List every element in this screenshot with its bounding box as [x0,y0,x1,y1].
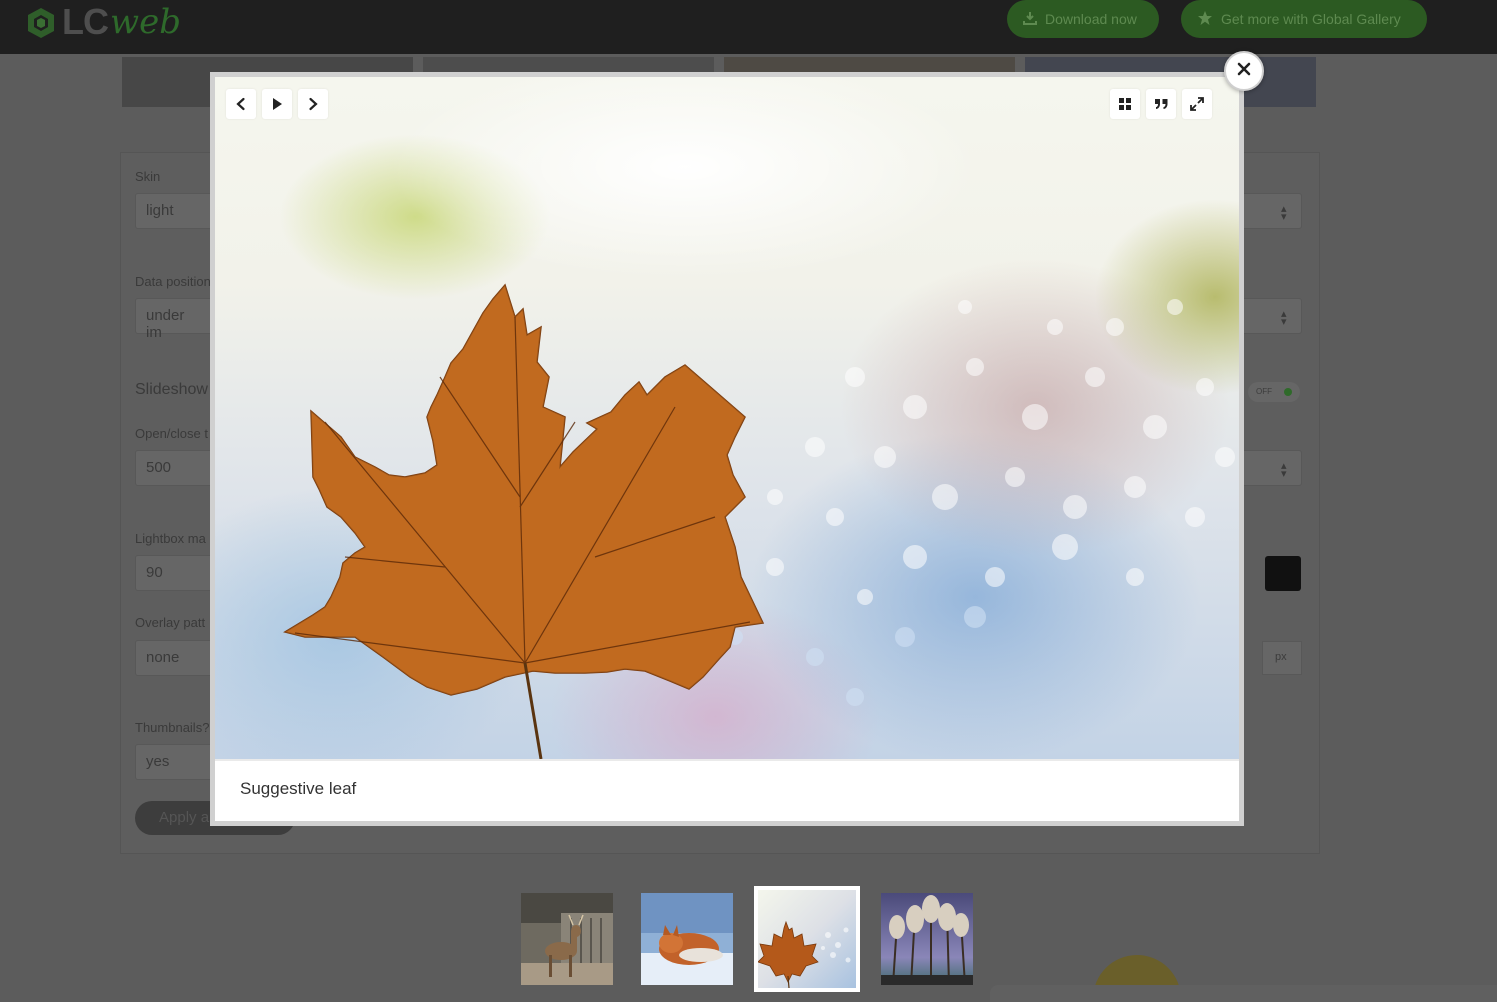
toggle-dot [1284,388,1292,396]
data-position-select[interactable]: under im [135,298,215,341]
lightbox-inner: Suggestive leaf [215,77,1239,821]
overlay-pattern-select[interactable]: none [135,640,215,676]
thumbnails-select[interactable]: yes [135,744,215,780]
px-unit: px [1262,641,1302,675]
get-more-label: Get more with Global Gallery [1221,11,1401,27]
get-more-button[interactable]: Get more with Global Gallery [1181,0,1427,38]
maple-leaf [283,283,765,759]
open-close-select-end[interactable] [1240,450,1302,486]
bottom-card [990,985,1497,1002]
thumbnails-label: Thumbnails? [135,720,210,735]
lightbox: Suggestive leaf [210,72,1244,826]
thumbnail-trees[interactable] [881,893,973,985]
skin-select-end[interactable] [1240,193,1302,229]
fox-thumbnail-image [641,893,733,985]
toggle-off-text: OFF [1256,387,1272,396]
top-bar: LC web Download now Get more with Global… [0,0,1497,54]
logo-text-web: web [110,2,181,42]
star-icon [1197,10,1213,29]
open-close-input[interactable]: 500 [135,450,215,486]
chevron-right-icon [306,97,320,111]
thumbnail-fox[interactable] [641,893,733,985]
skin-label: Skin [135,169,161,184]
lightbox-max-label: Lightbox ma [135,531,206,546]
fullscreen-button[interactable] [1182,89,1212,119]
deer-thumbnail-image [521,893,613,985]
lightbox-max-input[interactable]: 90 [135,555,215,591]
expand-icon [1190,97,1204,111]
next-button[interactable] [298,89,328,119]
skin-select[interactable]: light [135,193,215,229]
slideshow-toggle[interactable]: OFF [1248,382,1300,402]
play-button[interactable] [262,89,292,119]
cube-logo-icon [26,7,56,38]
lightbox-image[interactable] [215,77,1239,759]
thumbnails-toggle-button[interactable] [1110,89,1140,119]
download-now-label: Download now [1045,11,1137,27]
select-arrows-icon: ▴ ▾ [1281,308,1287,328]
thumbnail-leaf[interactable] [754,886,860,992]
lcweb-logo[interactable]: LC web [26,1,181,42]
download-now-button[interactable]: Download now [1007,0,1159,38]
chevron-left-icon [234,97,248,111]
image-caption: Suggestive leaf [240,779,357,798]
grid-icon [1118,97,1132,111]
select-arrows-icon: ▴ ▾ [1281,203,1287,223]
overlay-pattern-label: Overlay patt [135,615,206,630]
download-icon [1023,11,1037,28]
prev-button[interactable] [226,89,256,119]
data-position-select-end[interactable] [1240,298,1302,334]
logo-text-lc: LC [62,1,109,42]
color-swatch[interactable] [1265,556,1301,591]
close-icon [1237,62,1251,81]
open-close-label: Open/close t [135,426,208,441]
quote-icon [1154,97,1169,111]
play-icon [271,97,283,111]
data-position-label: Data position [135,274,211,289]
leaf-thumbnail-image [758,890,856,988]
close-lightbox-button[interactable] [1224,51,1264,91]
select-arrows-icon: ▴ ▾ [1281,460,1287,480]
trees-thumbnail-image [881,893,973,985]
caption-bar: Suggestive leaf [215,759,1239,821]
info-toggle-button[interactable] [1146,89,1176,119]
thumbnail-deer[interactable] [521,893,613,985]
bokeh-layer [283,283,1235,759]
slideshow-section-title: Slideshow [135,381,208,398]
